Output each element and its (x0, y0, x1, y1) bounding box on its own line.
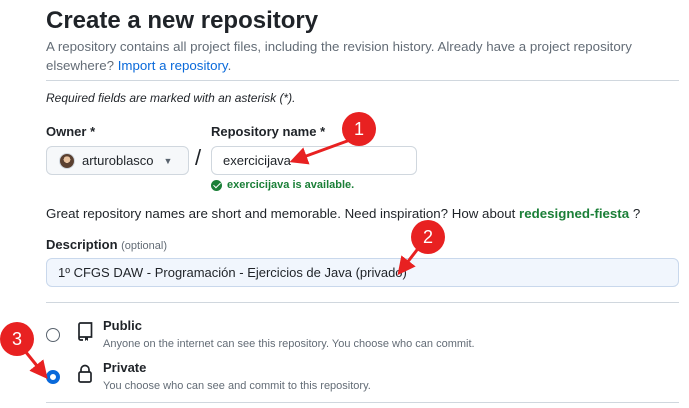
page-title: Create a new repository (46, 7, 319, 34)
inspiration-end: ? (629, 206, 641, 221)
divider (46, 302, 679, 303)
divider (46, 80, 679, 81)
page-subtitle: A repository contains all project files,… (46, 37, 666, 75)
annotation-badge-2: 2 (411, 220, 445, 254)
create-repository-page: Create a new repository A repository con… (0, 0, 689, 408)
availability-message: exercicijava is available. (211, 179, 354, 191)
lock-icon (78, 364, 92, 383)
annotation-badge-1: 1 (342, 112, 376, 146)
public-option-title: Public (103, 318, 143, 333)
chevron-down-icon: ▼ (163, 155, 173, 166)
description-label: Description (optional) (46, 237, 167, 252)
public-option-desc: Anyone on the internet can see this repo… (103, 338, 475, 350)
annotation-badge-3: 3 (0, 322, 34, 356)
description-input[interactable] (46, 258, 679, 287)
inspiration-text: Great repository names are short and mem… (46, 206, 516, 221)
public-radio[interactable] (46, 328, 60, 342)
suggested-name-link[interactable]: redesigned-fiesta (519, 206, 629, 221)
owner-dropdown[interactable]: arturoblasco ▼ (46, 146, 189, 175)
repo-name-label: Repository name * (211, 124, 326, 139)
owner-value: arturoblasco (82, 153, 154, 168)
avatar (59, 152, 75, 169)
owner-repo-separator: / (195, 145, 202, 170)
private-radio[interactable] (46, 370, 60, 384)
private-option-desc: You choose who can see and commit to thi… (103, 380, 371, 392)
private-option-title: Private (103, 360, 147, 375)
availability-text: exercicijava is available. (227, 179, 355, 191)
owner-label: Owner * (46, 124, 96, 139)
description-label-text: Description (46, 237, 118, 252)
annotation-arrow-3 (23, 350, 48, 379)
repo-name-input[interactable] (211, 146, 417, 175)
check-circle-icon (211, 179, 222, 191)
optional-hint: (optional) (121, 240, 167, 252)
divider (46, 402, 679, 403)
import-repository-link[interactable]: Import a repository (118, 58, 228, 73)
required-note: Required fields are marked with an aster… (46, 91, 296, 105)
name-inspiration: Great repository names are short and mem… (46, 206, 640, 221)
repo-icon (78, 322, 93, 341)
subtitle-end: . (227, 58, 232, 73)
